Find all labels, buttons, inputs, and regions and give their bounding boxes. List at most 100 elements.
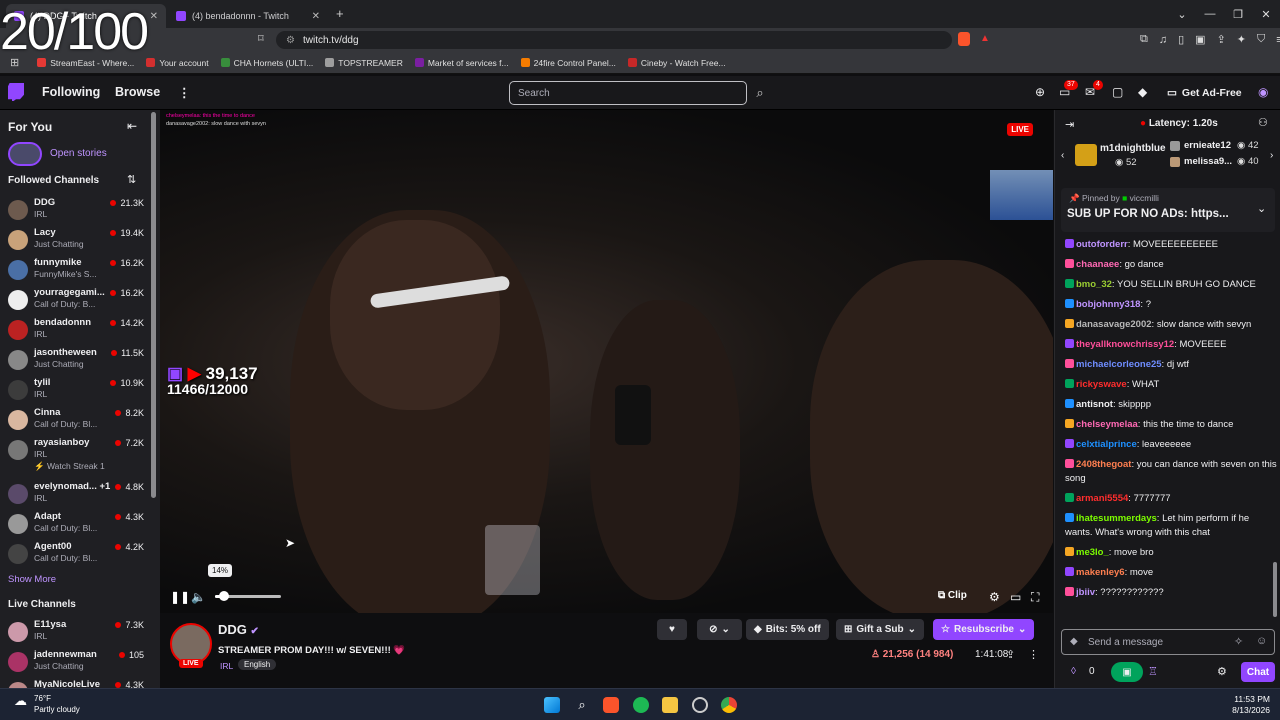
chat-username[interactable]: bobjohnny318: [1076, 299, 1140, 310]
search-input[interactable]: Search: [509, 81, 747, 105]
new-tab-icon[interactable]: +: [336, 6, 344, 21]
chat-username[interactable]: antisnot: [1076, 399, 1113, 410]
bookmark-item[interactable]: CHA Hornets (ULTI...: [220, 58, 313, 68]
sidebar-scrollbar[interactable]: [151, 112, 156, 498]
stories-avatar[interactable]: [8, 142, 42, 166]
bonus-claim-icon[interactable]: ▣: [1111, 662, 1143, 682]
chat-username[interactable]: me3lo_: [1076, 547, 1109, 558]
chat-username[interactable]: makenley6: [1076, 567, 1125, 578]
brave-rewards-icon[interactable]: ▲: [980, 33, 990, 44]
bookmark-item[interactable]: Market of services f...: [414, 58, 509, 68]
live-channel[interactable]: E11ysa IRL 7.3K: [6, 618, 154, 648]
video-player[interactable]: chelseymelaa: this the time to dance dan…: [160, 110, 1053, 613]
followed-channel[interactable]: jasontheween Just Chatting 11.5K: [6, 346, 154, 376]
chat-input[interactable]: ◆ Send a message ✧ ☺: [1061, 629, 1275, 655]
chat-username[interactable]: outoforderr: [1076, 239, 1128, 250]
volume-knob[interactable]: [219, 591, 230, 601]
followed-channel[interactable]: evelynomad... +1 IRL 4.8K: [6, 480, 154, 510]
volume-slider[interactable]: [215, 591, 281, 601]
chat-settings-icon[interactable]: ⚙: [1217, 665, 1227, 678]
bits-discount-button[interactable]: ◆ Bits: 5% off: [746, 619, 829, 640]
drops-icon[interactable]: ⊕: [1035, 85, 1045, 99]
url-field[interactable]: ⚙ twitch.tv/ddg: [276, 31, 952, 49]
nav-following[interactable]: Following: [42, 85, 100, 99]
resubscribe-button[interactable]: ☆ Resubscribe ⌄: [933, 619, 1035, 640]
live-channel[interactable]: jadennewman Just Chatting 105: [6, 648, 154, 678]
followed-channel[interactable]: rayasianboy IRL ⚡ Watch Streak 1 7.2K: [6, 436, 154, 474]
community-icon[interactable]: ⚇: [1258, 116, 1268, 129]
collapse-chat-icon[interactable]: ⇥: [1065, 118, 1074, 131]
brave-browser-icon[interactable]: [603, 697, 619, 713]
stream-category[interactable]: IRL: [220, 661, 233, 671]
search-icon[interactable]: ⌕: [574, 697, 590, 713]
bookmark-item[interactable]: TOPSTREAMER: [325, 58, 403, 68]
twitch-logo-icon[interactable]: [8, 83, 24, 101]
pause-icon[interactable]: ❚❚: [170, 590, 190, 604]
whispers-icon[interactable]: ▢: [1112, 85, 1123, 99]
chat-scrollbar[interactable]: [1273, 562, 1277, 617]
chevron-right-icon[interactable]: ›: [1270, 150, 1273, 161]
emote-icon[interactable]: ☺: [1256, 635, 1267, 647]
clip-button[interactable]: ⧉ Clip: [938, 590, 967, 601]
spotify-icon[interactable]: [633, 697, 649, 713]
followed-channel[interactable]: Lacy Just Chatting 19.4K: [6, 226, 154, 256]
followed-channel[interactable]: yourragegami... Call of Duty: B... 16.2K: [6, 286, 154, 316]
chat-send-button[interactable]: Chat: [1241, 662, 1275, 682]
bookmark-item[interactable]: Your account: [146, 58, 209, 68]
fullscreen-icon[interactable]: ⛶: [1031, 590, 1039, 605]
bits-icon[interactable]: ◆: [1138, 85, 1147, 99]
chat-username[interactable]: chelseymelaa: [1076, 419, 1138, 430]
theatre-mode-icon[interactable]: ▭: [1010, 590, 1021, 604]
open-stories-link[interactable]: Open stories: [50, 148, 107, 159]
extensions-icon[interactable]: ⧉: [1140, 33, 1148, 46]
hype-top-user[interactable]: m1dnightblue: [1100, 143, 1166, 154]
user-avatar-icon[interactable]: ◉: [1258, 85, 1268, 99]
followed-channel[interactable]: Agent00 Call of Duty: Bl... 4.2K: [6, 540, 154, 570]
followed-channel[interactable]: funnymike FunnyMike's S... 16.2K: [6, 256, 154, 286]
leo-icon[interactable]: ✦: [1237, 33, 1246, 46]
system-clock[interactable]: 11:53 PM 8/13/2026: [1232, 694, 1270, 716]
start-icon[interactable]: [544, 697, 560, 713]
menu-icon[interactable]: ≡: [1276, 34, 1280, 46]
hype-user[interactable]: melissa9...: [1184, 156, 1232, 167]
weather-widget[interactable]: ☁ 76°F Partly cloudy: [14, 693, 80, 715]
share-icon[interactable]: ⇪: [1217, 33, 1226, 46]
volume-icon[interactable]: 🔈: [191, 590, 206, 604]
wallet-icon[interactable]: ▣: [1195, 33, 1205, 46]
chevron-left-icon[interactable]: ‹: [1061, 150, 1064, 161]
followed-channel[interactable]: DDG IRL 21.3K: [6, 196, 154, 226]
chevron-down-icon[interactable]: ⌄: [1257, 202, 1266, 215]
followed-channel[interactable]: bendadonnn IRL 14.2K: [6, 316, 154, 346]
followed-channel[interactable]: tylil IRL 10.9K: [6, 376, 154, 406]
followed-channel[interactable]: Adapt Call of Duty: Bl... 4.3K: [6, 510, 154, 540]
sort-icon[interactable]: ⇅: [127, 173, 136, 186]
channel-points-icon[interactable]: ◊: [1071, 666, 1076, 677]
bits-input-icon[interactable]: ◆: [1070, 636, 1078, 647]
bot-icon[interactable]: ♖: [1148, 665, 1158, 678]
bookmark-item[interactable]: Cineby - Watch Free...: [627, 58, 726, 68]
pinned-message[interactable]: 📌 Pinned by ■ viccmilli SUB UP FOR NO AD…: [1061, 188, 1275, 232]
chat-username[interactable]: ihatesummerdays: [1076, 513, 1157, 524]
tab-search-icon[interactable]: ⌄: [1168, 0, 1196, 28]
chrome-icon[interactable]: [721, 697, 737, 713]
chat-username[interactable]: chaanaee: [1076, 259, 1119, 270]
show-more-link[interactable]: Show More: [8, 574, 56, 585]
steam-icon[interactable]: [692, 697, 708, 713]
chat-username[interactable]: bmo_32: [1076, 279, 1112, 290]
bookmark-item[interactable]: 24fire Control Panel...: [520, 58, 616, 68]
channel-name[interactable]: DDG ✔: [218, 622, 259, 637]
settings-icon[interactable]: ⚙: [989, 590, 1000, 604]
nav-browse[interactable]: Browse: [115, 85, 160, 99]
notifications-toggle-button[interactable]: ⊘ ⌄: [697, 619, 742, 640]
close-window-icon[interactable]: ✕: [1252, 0, 1280, 28]
brave-shield-icon[interactable]: [958, 32, 970, 46]
file-explorer-icon[interactable]: [662, 697, 678, 713]
bookmark-icon[interactable]: ⌑: [258, 32, 264, 45]
ai-icon[interactable]: ✧: [1234, 635, 1243, 648]
chat-username[interactable]: danasavage2002: [1076, 319, 1152, 330]
vpn-icon[interactable]: ⛉: [1257, 33, 1265, 46]
chat-username[interactable]: jbiiv: [1076, 587, 1095, 598]
followed-channel[interactable]: Cinna Call of Duty: Bl... 8.2K: [6, 406, 154, 436]
chat-username[interactable]: 2408thegoat: [1076, 459, 1131, 470]
hype-user[interactable]: ernieate12: [1184, 140, 1231, 151]
